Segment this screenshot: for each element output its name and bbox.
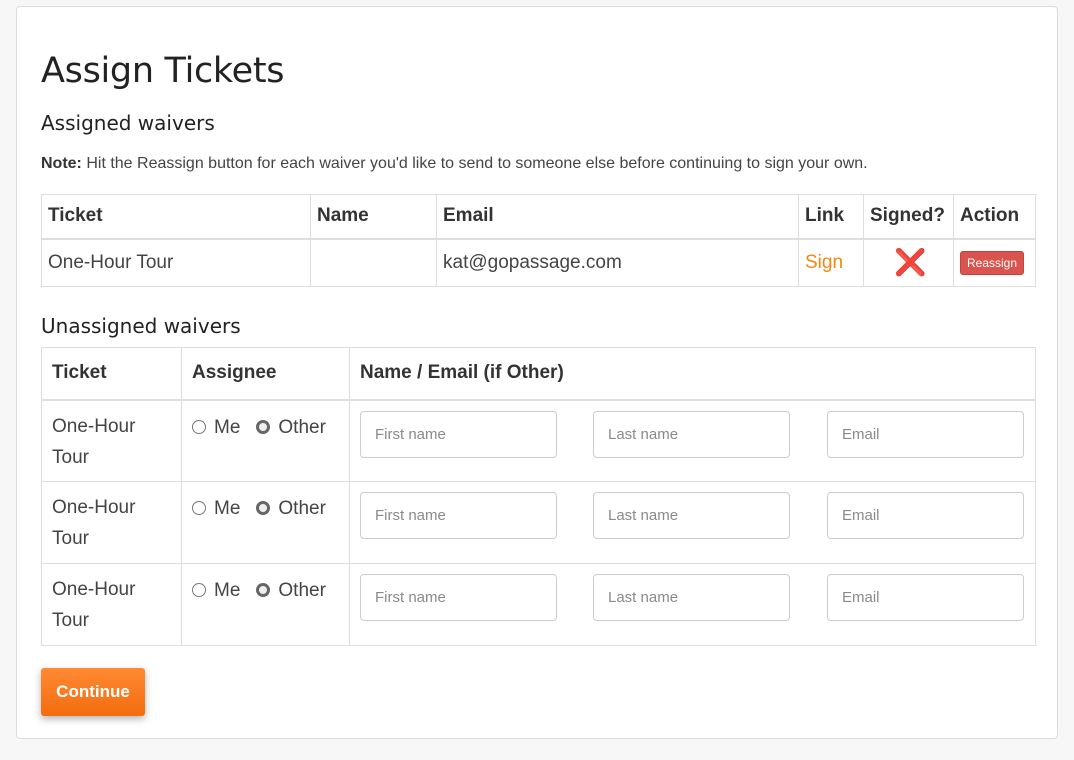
signed-cell: ❌ [863, 238, 954, 287]
note-label: Note: [41, 155, 82, 172]
radio-me[interactable] [192, 501, 206, 515]
radio-other-label: Other [278, 416, 326, 438]
table-row: One-Hour Tour Me Other [41, 481, 1036, 564]
link-cell: Sign [798, 238, 864, 287]
col-name: Name [310, 194, 437, 240]
fields-group [360, 482, 1025, 562]
assignee-cell: Me Other [181, 481, 350, 564]
first-name-field[interactable] [360, 410, 557, 458]
col-name-email: Name / Email (if Other) [349, 347, 1036, 401]
table-row: One-Hour Tour Me Other [41, 563, 1036, 646]
email-field[interactable] [827, 492, 1024, 539]
continue-button[interactable]: Continue [41, 668, 145, 716]
first-name-field[interactable] [360, 492, 557, 539]
not-signed-icon: ❌ [894, 247, 927, 278]
col-signed: Signed? [863, 194, 954, 240]
assignee-me-option[interactable]: Me [192, 580, 240, 601]
ticket-line: One-Hour [52, 415, 136, 437]
assignee-other-option[interactable]: Other [256, 498, 326, 519]
radio-me[interactable] [192, 419, 206, 434]
fields-cell [349, 563, 1036, 646]
radio-other-label: Other [278, 580, 326, 601]
unassigned-table: Ticket Assignee Name / Email (if Other) … [41, 347, 1036, 646]
fields-cell [349, 399, 1036, 482]
reassign-button[interactable]: Reassign [960, 250, 1025, 275]
radio-me-label: Me [214, 580, 241, 601]
fields-cell [349, 481, 1036, 564]
assigned-header-row: Ticket Name Email Link Signed? Action [41, 194, 1036, 240]
unassigned-header-row: Ticket Assignee Name / Email (if Other) [41, 347, 1036, 401]
email-field[interactable] [827, 410, 1024, 458]
ticket-line: One-Hour [52, 579, 136, 600]
assignee-me-option[interactable]: Me [192, 417, 240, 438]
col-email: Email [436, 194, 799, 240]
col-assignee: Assignee [181, 347, 350, 401]
radio-other[interactable] [256, 501, 271, 515]
ticket-cell: One-Hour Tour [41, 481, 182, 564]
note-text: Hit the Reassign button for each waiver … [81, 155, 868, 172]
last-name-field[interactable] [593, 410, 790, 458]
assignee-other-option[interactable]: Other [256, 580, 326, 601]
ticket-line: Tour [52, 446, 89, 468]
col-link: Link [798, 194, 864, 240]
table-row: One-Hour Tour kat@gopassage.com Sign ❌ R… [41, 238, 1036, 287]
col-action: Action [953, 194, 1036, 240]
unassigned-heading: Unassigned waivers [41, 314, 241, 338]
assigned-table: Ticket Name Email Link Signed? Action On… [41, 194, 1036, 287]
col-ticket: Ticket [41, 347, 182, 401]
email-field[interactable] [827, 574, 1024, 621]
radio-me-label: Me [214, 416, 241, 438]
first-name-field[interactable] [360, 574, 557, 621]
last-name-field[interactable] [593, 492, 790, 539]
ticket-line: Tour [52, 610, 89, 631]
page-title: Assign Tickets [41, 51, 285, 91]
ticket-line: One-Hour [52, 497, 136, 518]
email-cell: kat@gopassage.com [436, 238, 799, 287]
assign-card: Assign Tickets Assigned waivers Note: Hi… [16, 6, 1058, 739]
radio-me-label: Me [214, 498, 241, 519]
ticket-line: Tour [52, 528, 89, 549]
assignee-cell: Me Other [181, 399, 350, 482]
assignee-other-option[interactable]: Other [256, 417, 326, 438]
last-name-field[interactable] [593, 574, 790, 621]
col-ticket: Ticket [41, 194, 311, 240]
assignee-me-option[interactable]: Me [192, 498, 240, 519]
ticket-cell: One-Hour Tour [41, 399, 182, 482]
fields-group [360, 564, 1025, 644]
radio-other[interactable] [256, 419, 271, 434]
fields-group [360, 401, 1025, 481]
ticket-cell: One-Hour Tour [41, 238, 311, 287]
radio-other[interactable] [256, 583, 271, 597]
action-cell: Reassign [953, 238, 1036, 287]
assigned-heading: Assigned waivers [41, 111, 215, 135]
name-cell [310, 238, 437, 287]
table-row: One-Hour Tour Me Other [41, 399, 1036, 482]
note: Note: Hit the Reassign button for each w… [41, 155, 868, 173]
ticket-cell: One-Hour Tour [41, 563, 182, 646]
sign-link[interactable]: Sign [805, 252, 843, 273]
assignee-cell: Me Other [181, 563, 350, 646]
radio-other-label: Other [278, 498, 326, 519]
radio-me[interactable] [192, 583, 206, 597]
